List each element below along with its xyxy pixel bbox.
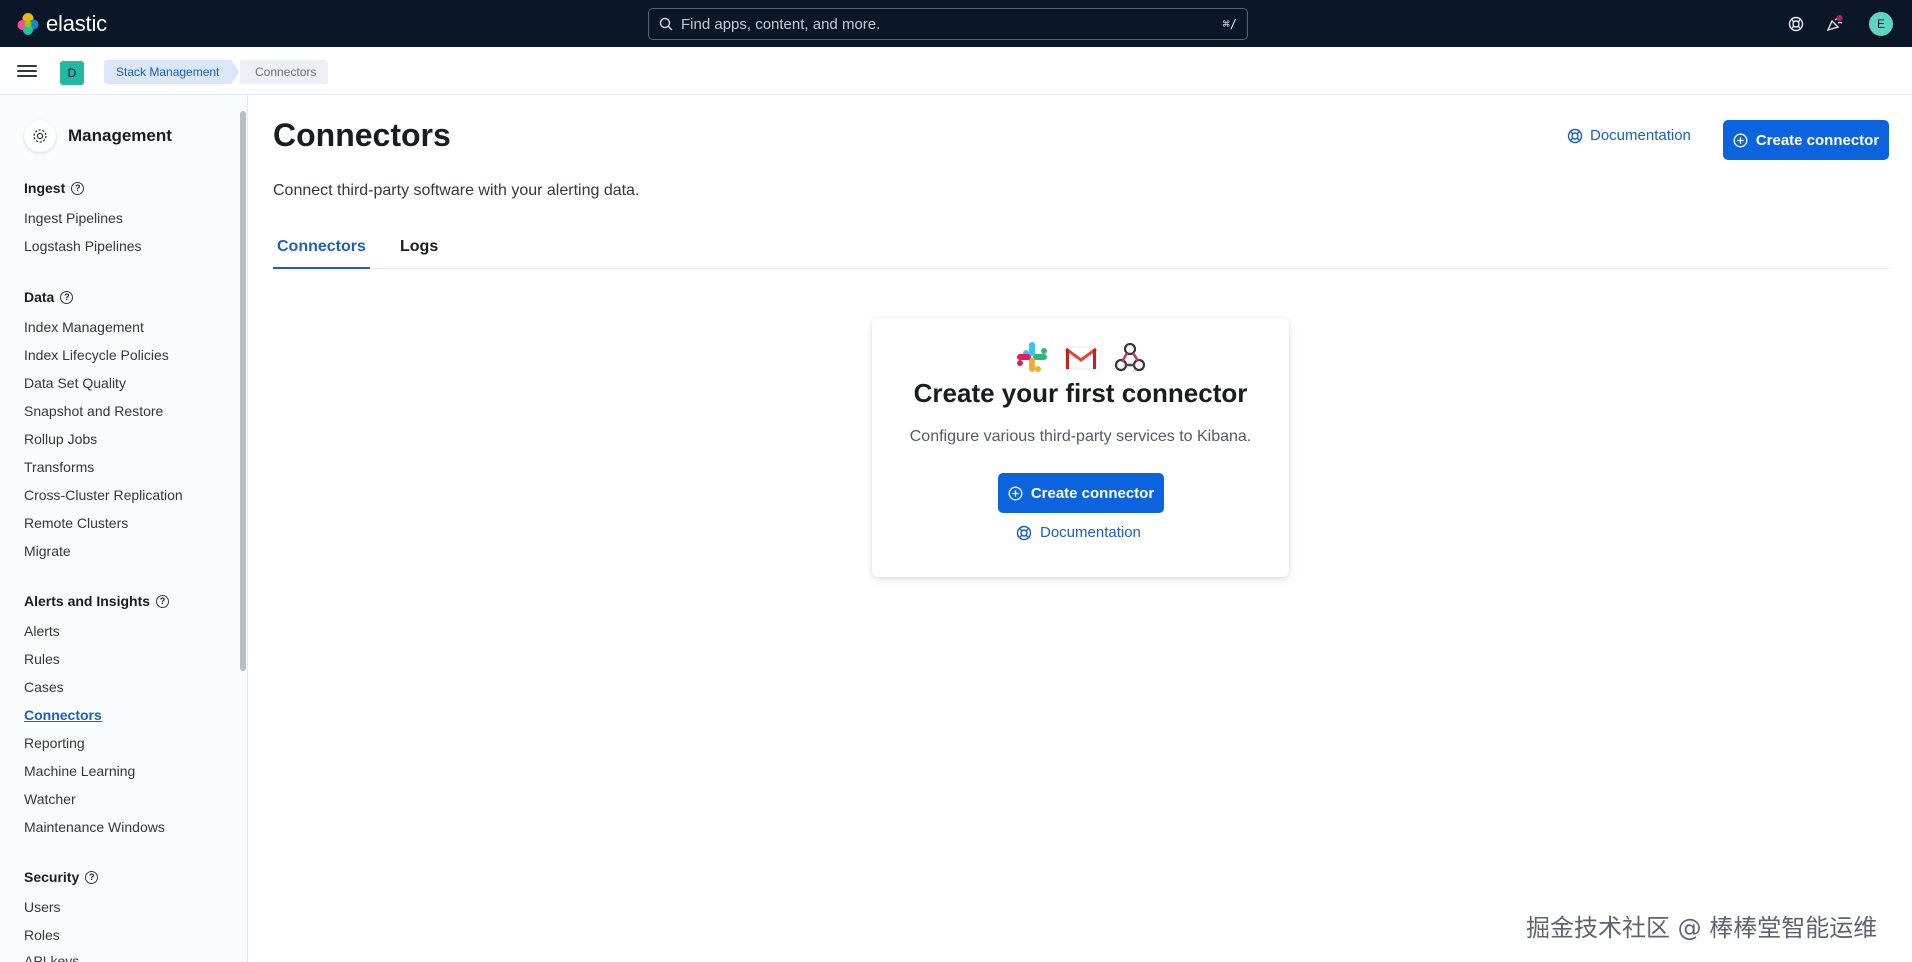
question-icon[interactable]: ?: [85, 870, 99, 884]
section-title: Ingest: [24, 180, 66, 196]
section-title: Security: [24, 869, 80, 885]
user-avatar[interactable]: E: [1869, 12, 1893, 36]
elastic-logo[interactable]: elastic: [16, 11, 107, 37]
lifebuoy-icon: [1788, 16, 1804, 32]
sidebar-item-ingest-pipelines[interactable]: Ingest Pipelines: [24, 210, 123, 226]
sidebar-item-reporting[interactable]: Reporting: [24, 735, 85, 751]
create-connector-label: Create connector: [1755, 131, 1880, 149]
section-alerts-and-insights: Alerts and Insights ?: [24, 593, 170, 609]
sidebar-item-remote-clusters[interactable]: Remote Clusters: [24, 515, 128, 531]
lifebuoy-icon: [1567, 128, 1583, 143]
section-security: Security ?: [24, 869, 99, 885]
sidebar-item-index-lifecycle-policies[interactable]: Index Lifecycle Policies: [24, 347, 169, 363]
breadcrumb-bar: D Stack Management Connectors: [0, 47, 1912, 95]
news-feed-button[interactable]: [1824, 13, 1846, 35]
documentation-link[interactable]: Documentation: [1567, 127, 1691, 144]
sidebar-item-rules[interactable]: Rules: [24, 651, 60, 667]
question-icon[interactable]: ?: [60, 290, 74, 304]
slack-icon: [1016, 342, 1047, 372]
question-icon[interactable]: ?: [71, 181, 85, 195]
connector-icons: [872, 340, 1289, 374]
breadcrumb-stack-management[interactable]: Stack Management: [104, 60, 239, 84]
logo-text: elastic: [46, 11, 107, 36]
tab-bar: Connectors Logs: [273, 230, 1889, 269]
global-search-input[interactable]: Find apps, content, and more. ⌘/: [648, 8, 1248, 40]
section-title: Alerts and Insights: [24, 593, 151, 609]
sidebar-item-connectors[interactable]: Connectors: [24, 707, 102, 723]
page-description: Connect third-party software with your a…: [273, 182, 640, 199]
sidebar-item-api-keys[interactable]: API keys: [24, 953, 79, 962]
watermark: 掘金技术社区 @ 棒棒堂智能运维: [1526, 914, 1878, 942]
section-data: Data ?: [24, 289, 74, 305]
tab-logs[interactable]: Logs: [396, 238, 442, 269]
plus-in-circle-icon: [1008, 486, 1023, 500]
sidebar-item-migrate[interactable]: Migrate: [24, 543, 71, 559]
documentation-label: Documentation: [1040, 524, 1141, 541]
breadcrumb-connectors: Connectors: [240, 60, 329, 84]
empty-state-title: Create your first connector: [913, 378, 1248, 408]
sidebar-item-rollup-jobs[interactable]: Rollup Jobs: [24, 431, 97, 447]
gmail-icon: [1064, 346, 1097, 370]
sidebar-item-logstash-pipelines[interactable]: Logstash Pipelines: [24, 238, 142, 254]
create-connector-label: Create connector: [1030, 484, 1155, 502]
sidebar-title: Management: [68, 126, 172, 145]
sidebar-item-users[interactable]: Users: [24, 899, 61, 915]
sidebar-item-index-management[interactable]: Index Management: [24, 319, 144, 335]
sidebar-scrollbar[interactable]: [240, 111, 246, 671]
sidebar-item-machine-learning[interactable]: Machine Learning: [24, 763, 135, 779]
create-first-connector-button[interactable]: Create connector: [998, 473, 1164, 513]
question-icon[interactable]: ?: [156, 594, 170, 608]
sidebar-item-cross-cluster-replication[interactable]: Cross-Cluster Replication: [24, 487, 183, 503]
create-connector-button[interactable]: Create connector: [1723, 120, 1889, 160]
gear-icon: [24, 120, 56, 152]
empty-state-description: Configure various third-party services t…: [909, 428, 1252, 445]
documentation-label: Documentation: [1590, 127, 1691, 144]
search-shortcut: ⌘/: [1222, 17, 1237, 31]
search-icon: [659, 17, 673, 31]
sidebar-item-watcher[interactable]: Watcher: [24, 791, 76, 807]
empty-state-documentation-link[interactable]: Documentation: [1016, 524, 1141, 541]
sidebar-item-cases[interactable]: Cases: [24, 679, 64, 695]
section-ingest: Ingest ?: [24, 180, 85, 196]
sidebar-item-data-set-quality[interactable]: Data Set Quality: [24, 375, 126, 391]
sidebar-header: Management: [24, 120, 172, 152]
sidebar-item-alerts[interactable]: Alerts: [24, 623, 60, 639]
webhook-icon: [1114, 342, 1145, 372]
sidebar-item-snapshot-and-restore[interactable]: Snapshot and Restore: [24, 403, 163, 419]
section-title: Data: [24, 289, 55, 305]
hamburger-menu-icon[interactable]: [17, 62, 37, 80]
elastic-logo-icon: [17, 13, 39, 35]
space-selector[interactable]: D: [60, 61, 84, 85]
page-title: Connectors: [273, 117, 451, 153]
search-placeholder: Find apps, content, and more.: [681, 15, 881, 33]
sidebar-item-roles[interactable]: Roles: [24, 927, 60, 943]
sidebar-item-maintenance-windows[interactable]: Maintenance Windows: [24, 819, 165, 835]
empty-state-card: Create your first connector Configure va…: [872, 318, 1289, 577]
cheer-icon: [1826, 15, 1843, 32]
help-menu-button[interactable]: [1785, 13, 1807, 35]
lifebuoy-icon: [1016, 525, 1032, 540]
sidebar-item-transforms[interactable]: Transforms: [24, 459, 94, 475]
plus-in-circle-icon: [1733, 133, 1748, 147]
management-sidebar: Management Ingest ? Ingest Pipelines Log…: [0, 95, 248, 962]
top-header: elastic Find apps, content, and more. ⌘/…: [0, 0, 1912, 47]
tab-connectors[interactable]: Connectors: [273, 238, 370, 269]
